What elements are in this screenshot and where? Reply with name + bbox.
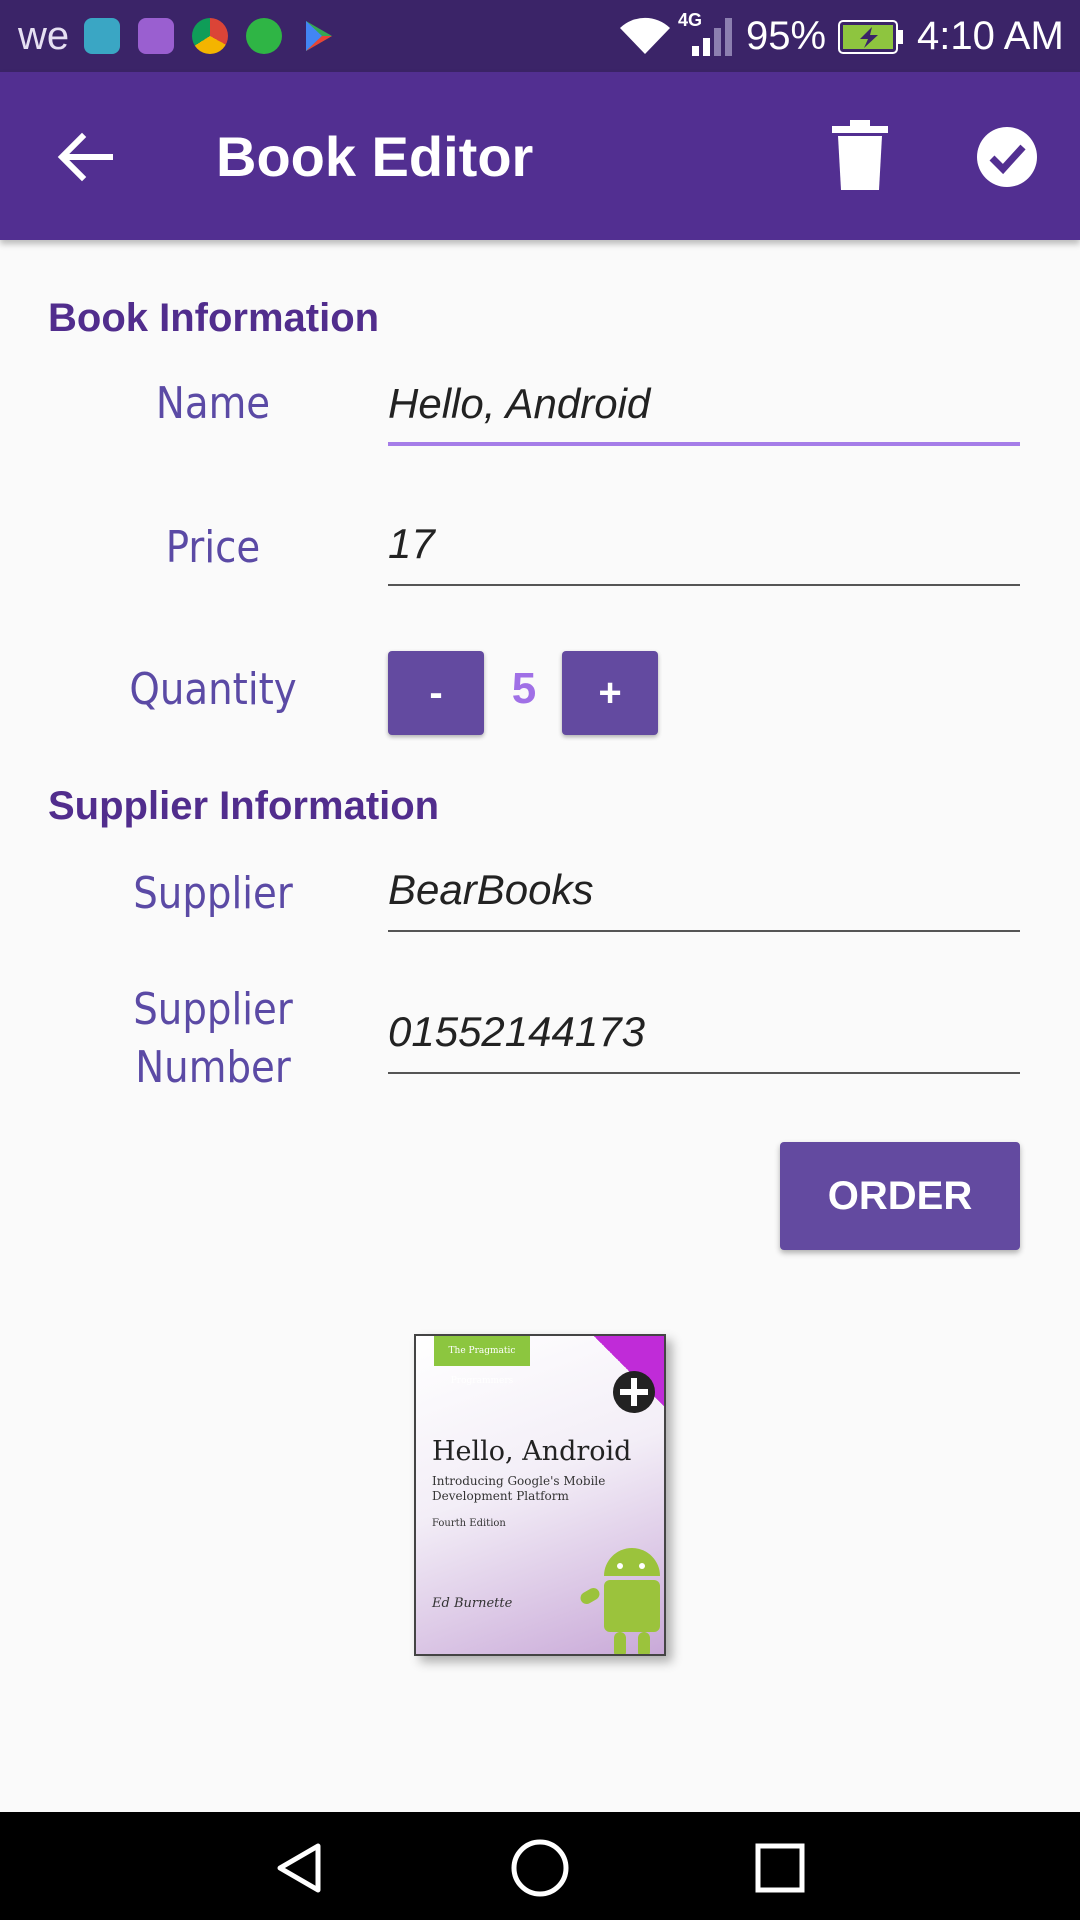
back-arrow-icon[interactable] (50, 122, 120, 192)
nav-back-icon[interactable] (268, 1836, 332, 1900)
android-icon (84, 18, 120, 54)
supplier-number-label-line1: Supplier (133, 984, 293, 1035)
navigation-bar (0, 1812, 1080, 1920)
supplier-info-heading: Supplier Information (48, 784, 440, 828)
gallery-icon (138, 18, 174, 54)
name-input[interactable]: Hello, Android (388, 376, 1020, 446)
cover-author: Ed Burnette (432, 1596, 513, 1611)
status-bar: we 4G 95% 4:10 AM (0, 0, 1080, 72)
cover-edition: Fourth Edition (432, 1518, 506, 1529)
increment-button[interactable]: + (562, 651, 658, 735)
supplier-input[interactable]: BearBooks (388, 862, 1020, 932)
quantity-value: 5 (511, 664, 537, 713)
app-bar: Book Editor (0, 72, 1080, 240)
name-label: Name (155, 378, 271, 429)
play-store-icon (306, 21, 332, 51)
page-title: Book Editor (216, 125, 534, 188)
quantity-label: Quantity (129, 664, 297, 715)
cover-publisher: The Pragmatic Programmers (434, 1336, 530, 1386)
order-button[interactable]: ORDER (780, 1142, 1020, 1250)
chrome-icon (192, 18, 228, 54)
nav-home-icon[interactable] (508, 1836, 572, 1900)
nav-recents-icon[interactable] (748, 1836, 812, 1900)
cover-title: Hello, Android (432, 1436, 632, 1467)
check-circle-icon[interactable] (976, 126, 1038, 188)
decrement-button[interactable]: - (388, 651, 484, 735)
wifi-icon (620, 17, 670, 55)
cover-subtitle: Introducing Google's Mobile Development … (432, 1474, 606, 1503)
battery-percent: 95% (746, 14, 827, 58)
clock: 4:10 AM (917, 14, 1064, 58)
carrier-label: we (18, 14, 70, 58)
trash-icon[interactable] (830, 120, 890, 192)
book-info-heading: Book Information (48, 296, 380, 340)
supplier-number-label-line2: Number (135, 1042, 291, 1093)
price-label: Price (165, 522, 261, 573)
battery-icon (838, 20, 903, 54)
whatsapp-icon (246, 18, 282, 54)
price-input[interactable]: 17 (388, 516, 1020, 586)
supplier-number-input[interactable]: 01552144173 (388, 1004, 1020, 1074)
add-photo-icon[interactable] (612, 1370, 656, 1414)
book-cover-image[interactable]: The Pragmatic Programmers Hello, Android… (414, 1334, 666, 1656)
signal-icon (692, 18, 732, 56)
android-robot-icon (580, 1548, 660, 1654)
supplier-label: Supplier (133, 868, 293, 919)
